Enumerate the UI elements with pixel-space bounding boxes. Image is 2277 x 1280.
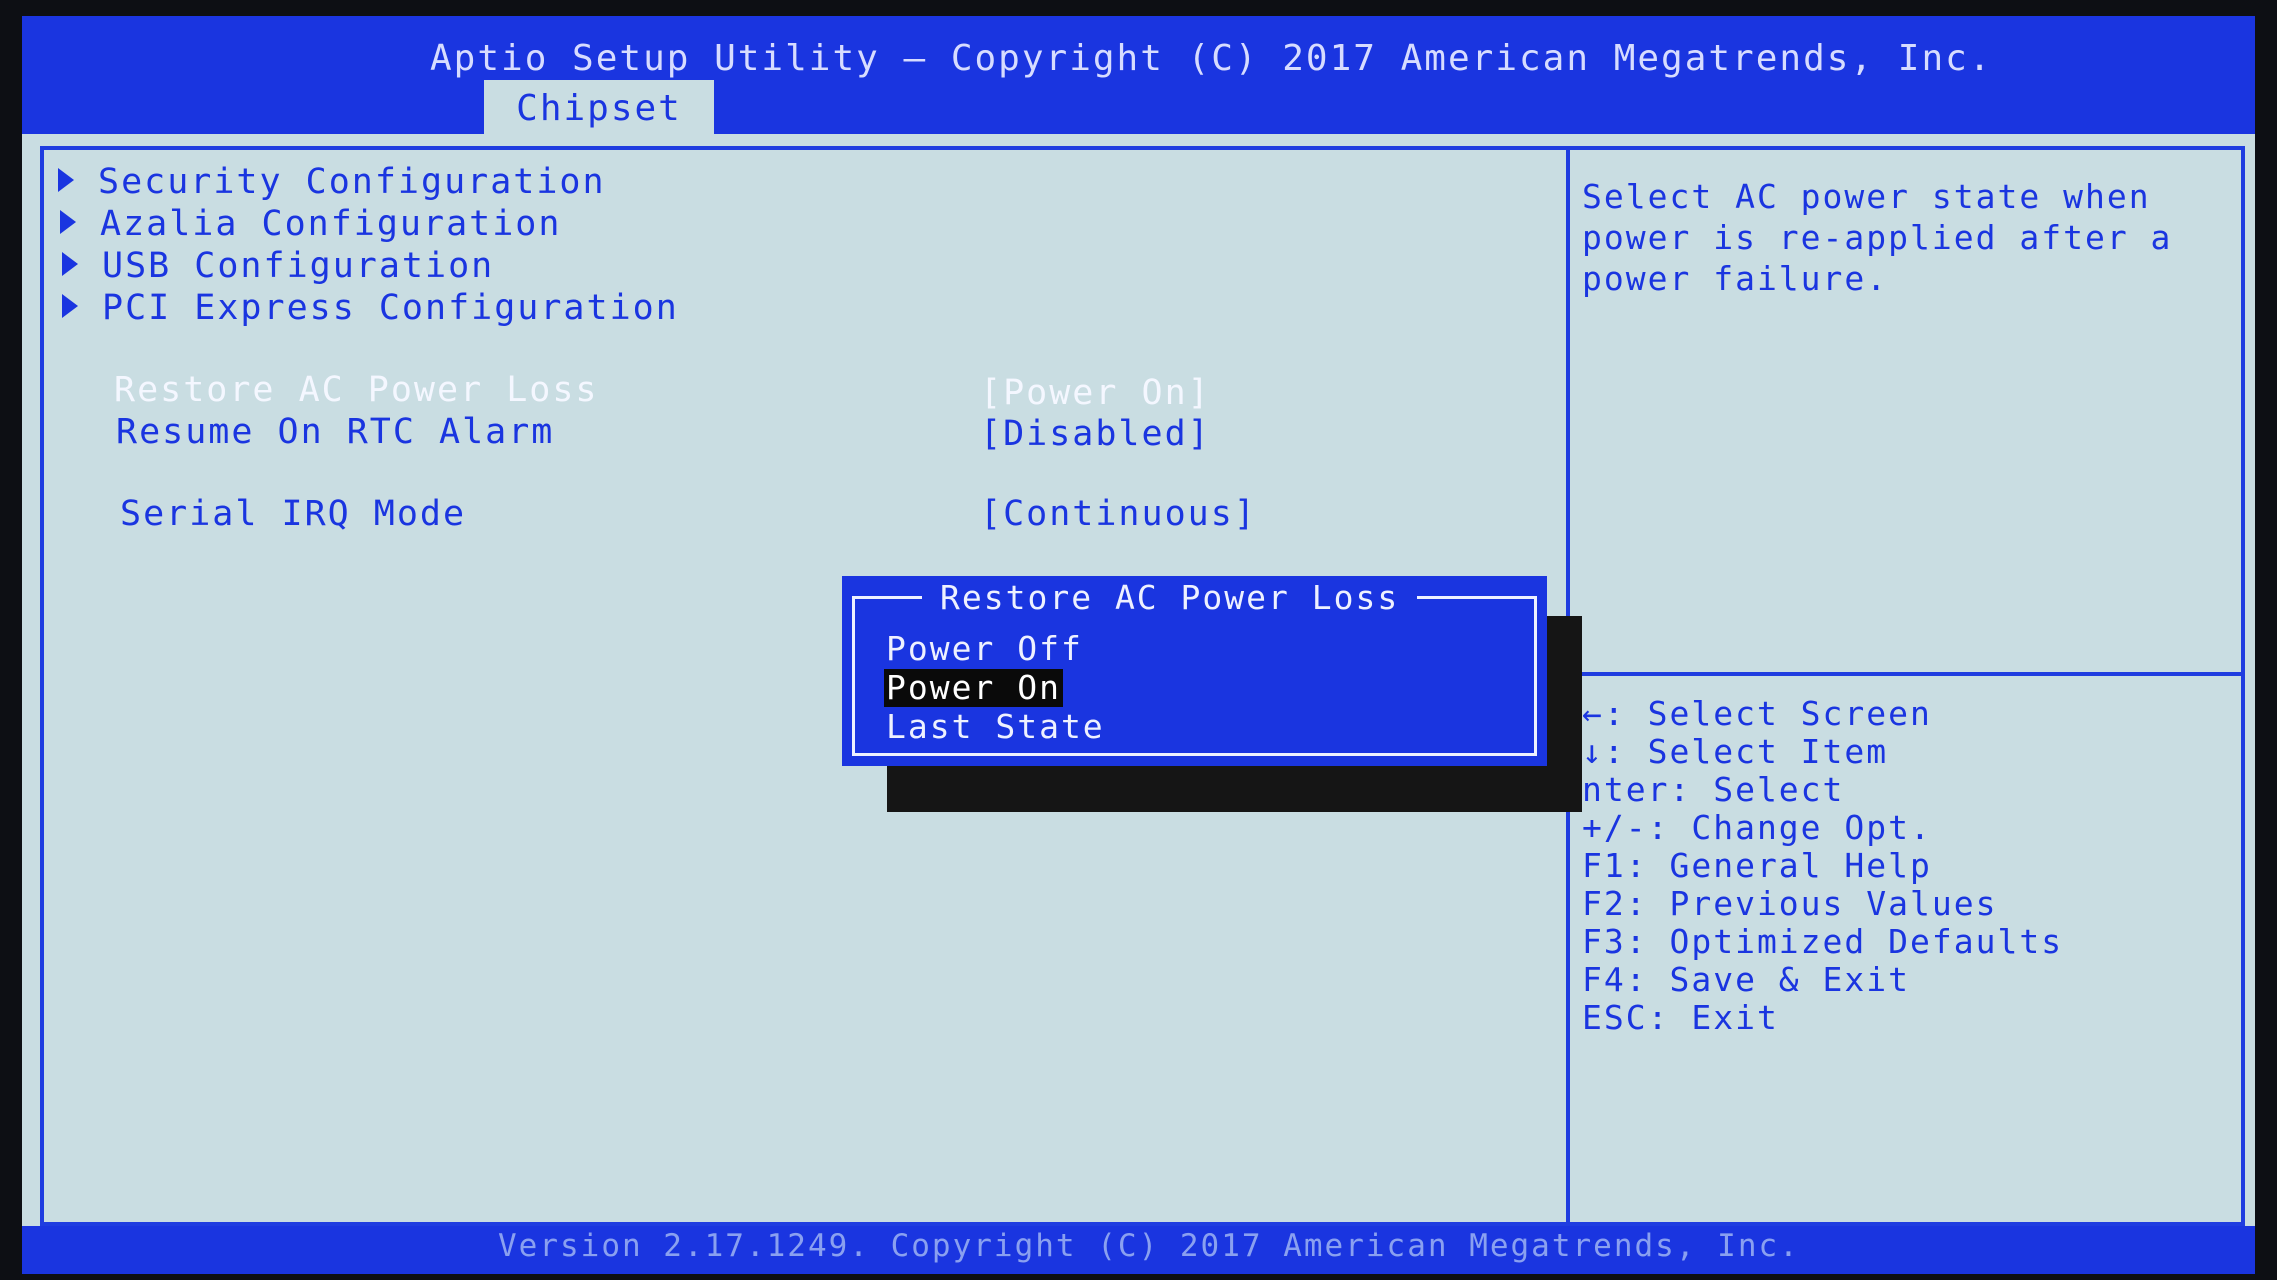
setting-value-resume-on-rtc-alarm[interactable]: [Disabled]	[980, 414, 1211, 454]
key-hint-optimized-defaults: F3: Optimized Defaults	[1582, 922, 2064, 961]
submenu-usb-configuration[interactable]: USB Configuration	[62, 246, 494, 286]
key-hint-select-screen: ←: Select Screen	[1582, 694, 1932, 733]
key-hint-save-exit: F4: Save & Exit	[1582, 960, 1911, 999]
bios-screen: Aptio Setup Utility – Copyright (C) 2017…	[22, 16, 2255, 1274]
popup-title: Restore AC Power Loss	[922, 578, 1418, 617]
setting-value-restore-ac-power-loss[interactable]: [Power On]	[980, 373, 1211, 413]
submenu-pci-express-configuration[interactable]: PCI Express Configuration	[62, 288, 679, 328]
submenu-security-configuration[interactable]: Security Configuration	[58, 162, 606, 202]
key-hint-general-help: F1: General Help	[1582, 846, 1932, 885]
popup-option-power-off[interactable]: Power Off	[884, 630, 1085, 668]
setting-serial-irq-mode[interactable]: Serial IRQ Mode	[120, 494, 466, 534]
option-popup: Restore AC Power Loss Power Off Power On…	[842, 576, 1547, 766]
setting-value-serial-irq-mode[interactable]: [Continuous]	[980, 494, 1257, 534]
title-bar: Aptio Setup Utility – Copyright (C) 2017…	[22, 16, 2255, 138]
key-hint-change-opt: +/-: Change Opt.	[1582, 808, 1932, 847]
submenu-arrow-icon	[62, 252, 78, 276]
submenu-azalia-configuration[interactable]: Azalia Configuration	[60, 204, 561, 244]
submenu-arrow-icon	[58, 168, 74, 192]
key-hint-esc-exit: ESC: Exit	[1582, 998, 1779, 1037]
submenu-label: Azalia Configuration	[100, 204, 562, 244]
submenu-label: USB Configuration	[102, 246, 495, 286]
submenu-label: Security Configuration	[98, 162, 606, 202]
popup-option-last-state[interactable]: Last State	[884, 708, 1107, 746]
title-text: Aptio Setup Utility – Copyright (C) 2017…	[430, 38, 1993, 79]
help-description: Select AC power state when power is re-a…	[1582, 177, 2173, 298]
key-hint-select-item: ↓: Select Item	[1582, 732, 1889, 771]
submenu-label: PCI Express Configuration	[102, 288, 679, 328]
help-divider	[1570, 672, 2245, 676]
key-hint-enter-select: nter: Select	[1582, 770, 1845, 809]
tab-chipset[interactable]: Chipset	[484, 80, 714, 138]
setting-restore-ac-power-loss[interactable]: Restore AC Power Loss	[114, 370, 599, 410]
popup-option-power-on[interactable]: Power On	[884, 669, 1063, 707]
submenu-arrow-icon	[60, 210, 76, 234]
key-hint-previous-values: F2: Previous Values	[1582, 884, 1998, 923]
footer-bar: Version 2.17.1249. Copyright (C) 2017 Am…	[22, 1226, 2255, 1274]
footer-version-text: Version 2.17.1249. Copyright (C) 2017 Am…	[498, 1228, 1800, 1264]
setting-resume-on-rtc-alarm[interactable]: Resume On RTC Alarm	[116, 412, 554, 452]
submenu-arrow-icon	[62, 294, 78, 318]
